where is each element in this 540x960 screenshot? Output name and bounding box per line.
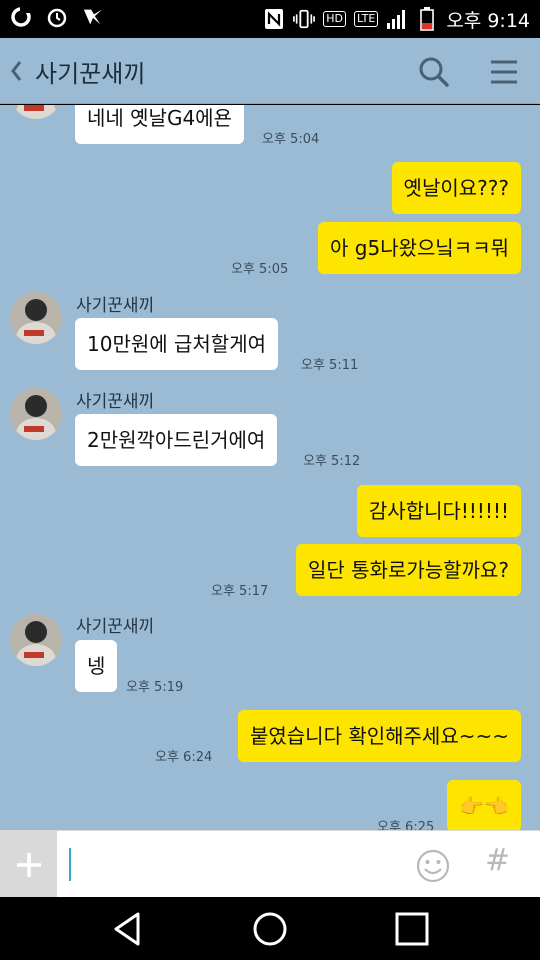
avatar[interactable]	[10, 614, 62, 666]
home-circle-icon[interactable]	[250, 909, 290, 949]
status-left-icons	[10, 6, 104, 28]
message-time: 오후 6:25	[377, 820, 435, 830]
text-caret	[69, 848, 71, 881]
status-clock: 오후 9:14	[446, 9, 530, 32]
hamburger-menu-icon[interactable]	[486, 54, 522, 90]
message-bubble-outgoing[interactable]: 감사합니다!!!!!!	[356, 485, 521, 537]
chevron-left-icon[interactable]	[8, 56, 24, 86]
message-bubble-incoming[interactable]: 네네 옛날G4에욘	[75, 105, 244, 144]
message-bubble-incoming[interactable]: 넹	[75, 640, 118, 692]
sender-name: 사기꾼새끼	[76, 617, 155, 637]
chat-header: 사기꾼새끼	[0, 38, 540, 104]
nfc-icon	[263, 8, 285, 30]
avatar[interactable]	[10, 292, 62, 344]
message-bubble-outgoing[interactable]: 붙였습니다 확인해주세요~~~	[237, 710, 521, 762]
sender-name: 사기꾼새끼	[76, 392, 155, 412]
back-triangle-icon[interactable]	[108, 909, 148, 949]
message-bubble-outgoing[interactable]: 아 g5나왔으닠ㅋㅋ뭐	[318, 222, 521, 274]
plus-icon[interactable]	[0, 831, 57, 898]
recents-square-icon[interactable]	[392, 909, 432, 949]
status-right-icons: HD LTE 오후 9:14	[263, 4, 530, 34]
message-time: 오후 5:12	[303, 454, 361, 469]
chat-title[interactable]: 사기꾼새끼	[35, 54, 145, 89]
message-bubble-incoming[interactable]: 2만원깍아드린거에여	[75, 414, 278, 466]
lte-icon: LTE	[354, 11, 379, 27]
hd-icon: HD	[323, 11, 347, 27]
battery-icon	[416, 7, 438, 31]
signal-icon	[386, 8, 408, 30]
message-bubble-outgoing[interactable]: 👉👈	[447, 780, 521, 830]
message-time: 오후 5:04	[262, 132, 320, 147]
vibrate-icon	[293, 8, 316, 30]
app-o-icon	[10, 6, 32, 28]
message-time: 오후 5:19	[126, 680, 184, 695]
hashtag-icon[interactable]: #	[485, 843, 510, 878]
message-bubble-outgoing[interactable]: 일단 통화로가능할까요?	[296, 544, 521, 596]
sender-name: 사기꾼새끼	[76, 296, 155, 316]
message-time: 오후 6:24	[155, 750, 213, 765]
avatar[interactable]	[10, 105, 62, 119]
message-time: 오후 5:05	[231, 262, 289, 277]
search-icon[interactable]	[416, 54, 452, 90]
message-input[interactable]	[57, 831, 407, 898]
message-time: 오후 5:17	[211, 584, 269, 599]
message-bubble-outgoing[interactable]: 옛날이요???	[391, 162, 521, 214]
android-nav-bar	[0, 897, 540, 960]
message-bubble-incoming[interactable]: 10만원에 급처할게여	[75, 318, 279, 370]
message-input-bar: #	[0, 830, 540, 898]
avatar[interactable]	[10, 388, 62, 440]
v3-icon	[82, 6, 104, 28]
smiley-icon[interactable]	[415, 848, 451, 884]
status-bar: HD LTE 오후 9:14	[0, 0, 540, 38]
message-time: 오후 5:11	[301, 358, 359, 373]
chat-area[interactable]: 네네 옛날G4에욘 오후 5:04 옛날이요??? 아 g5나왔으닠ㅋㅋ뭐 오후…	[0, 105, 540, 830]
alarm-icon	[46, 6, 68, 28]
